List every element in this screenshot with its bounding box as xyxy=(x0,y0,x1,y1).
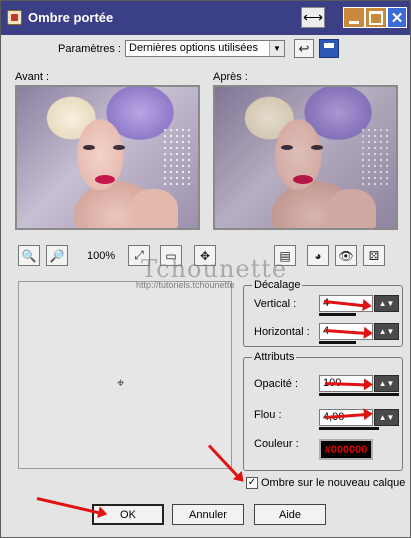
after-preview-image[interactable] xyxy=(213,85,398,230)
randomize-dice-icon[interactable]: ⚄ xyxy=(363,245,385,266)
maximize-icon[interactable] xyxy=(365,7,387,28)
vertical-stepper[interactable]: ▲▼ xyxy=(374,295,399,312)
watermark-url: http://tutoriels.tchounette xyxy=(136,280,235,290)
after-label: Après : xyxy=(213,71,248,83)
drop-shadow-dialog: Ombre portée ⟷ ✕ Paramètres : Dernières … xyxy=(0,0,411,538)
minimize-icon[interactable] xyxy=(343,7,365,28)
presets-label: Paramètres : xyxy=(58,43,121,55)
horizontal-slider[interactable] xyxy=(319,341,356,344)
chevron-down-icon[interactable]: ▼ xyxy=(269,41,284,56)
opacity-stepper[interactable]: ▲▼ xyxy=(374,375,399,392)
blur-label: Flou : xyxy=(254,409,282,421)
close-icon[interactable]: ✕ xyxy=(387,7,407,28)
before-preview-image[interactable] xyxy=(15,85,200,230)
help-button[interactable]: Aide xyxy=(254,504,326,525)
color-label: Couleur : xyxy=(254,438,299,450)
vertical-label: Vertical : xyxy=(254,298,297,310)
before-label: Avant : xyxy=(15,71,50,83)
horizontal-label: Horizontal : xyxy=(254,326,310,338)
blur-stepper[interactable]: ▲▼ xyxy=(374,409,399,426)
shadow-offset-canvas[interactable]: ⌖ xyxy=(18,281,232,469)
presets-dropdown[interactable]: Dernières options utilisées ▼ xyxy=(125,40,285,57)
zoom-in-icon[interactable]: 🔎 xyxy=(46,245,68,266)
window-title: Ombre portée xyxy=(28,10,114,25)
horizontal-stepper[interactable]: ▲▼ xyxy=(374,323,399,340)
save-preset-icon[interactable] xyxy=(319,39,339,58)
auto-proof-icon[interactable]: ◕ xyxy=(307,245,329,266)
cancel-button[interactable]: Annuler xyxy=(172,504,244,525)
blur-slider[interactable] xyxy=(319,427,379,430)
title-bar[interactable]: Ombre portée ⟷ ✕ xyxy=(1,1,410,35)
shadow-new-layer-label: Ombre sur le nouveau calque xyxy=(261,477,406,489)
eye-icon[interactable]: 👁 xyxy=(335,245,357,266)
reset-icon[interactable]: ↩ xyxy=(294,39,314,58)
attributes-group: Attributs Opacité : 100 ▲▼ Flou : 4,00 ▲… xyxy=(243,351,403,471)
attributes-group-title: Attributs xyxy=(252,351,297,363)
vertical-slider[interactable] xyxy=(319,313,356,316)
opacity-label: Opacité : xyxy=(254,378,299,390)
opacity-slider[interactable] xyxy=(319,393,399,396)
offset-group-title: Décalage xyxy=(252,279,303,291)
presets-selected-value: Dernières options utilisées xyxy=(129,42,259,54)
toggle-preview-icon[interactable]: ⟷ xyxy=(301,7,325,28)
zoom-out-icon[interactable]: 🔍 xyxy=(18,245,40,266)
crosshair-icon[interactable]: ⌖ xyxy=(117,375,124,391)
zoom-level: 100% xyxy=(87,250,116,262)
offset-group: Décalage Vertical : 4 ▲▼ Horizontal : 4 … xyxy=(243,279,403,347)
app-icon xyxy=(7,10,22,25)
shadow-color-swatch[interactable]: #000000 xyxy=(319,439,373,460)
shadow-new-layer-checkbox[interactable]: ✓ xyxy=(246,477,258,489)
